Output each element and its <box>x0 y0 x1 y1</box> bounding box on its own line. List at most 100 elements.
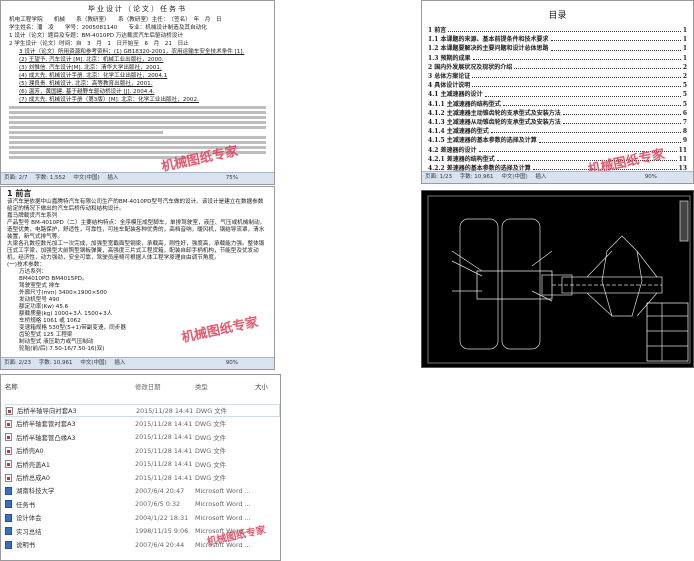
file-row[interactable]: 设计体会 2004/1/22 18:31 Microsoft Word ... <box>5 511 280 524</box>
insert-mode[interactable]: 插入 <box>535 174 546 180</box>
dwg-file-icon <box>5 433 12 442</box>
file-row[interactable]: 后桥壳盖A1 2015/11/28 14:41 DWG 文件 <box>5 458 280 471</box>
file-row[interactable]: 后桥壳A0 2015/11/28 14:41 DWG 文件 <box>5 444 280 457</box>
toc-leader <box>472 81 681 88</box>
word-count[interactable]: 字数: 1,552 <box>35 175 65 181</box>
file-row[interactable]: 后桥半轴导向衬套A3 2015/11/28 14:41 DWG 文件 <box>5 404 280 417</box>
dwg-file-icon <box>5 419 12 428</box>
zoom-level[interactable]: 75% <box>226 173 238 184</box>
file-type: Microsoft Word ... <box>195 500 251 509</box>
file-name: 后桥壳盖A1 <box>16 460 50 469</box>
ref-2: (3) 刘惟信. 汽车设计[M]. 北京：清华大学出版社，2001. <box>19 65 162 71</box>
toc-entry[interactable]: 2 国内外发展状况及现状的介绍 2 <box>428 63 687 72</box>
file-row[interactable]: 后桥半轴套管衬套A3 2015/11/28 14:41 DWG 文件 <box>5 417 280 430</box>
file-name: 设计体会 <box>16 514 42 523</box>
toc-entry[interactable]: 4.1.5 主减速器的基本参数的选择及计算 9 <box>428 136 687 145</box>
toc-leader <box>550 35 681 42</box>
toc-entry[interactable]: 4.1.2 主减速器主动锥齿轮的支承型式及安装方法 6 <box>428 109 687 118</box>
toc-entry[interactable]: 4.1.4 主减速器的型式 8 <box>428 127 687 136</box>
file-type: Microsoft Word ... <box>195 540 251 549</box>
paragraph: 该汽车是依据中山嘉腾特汽车有限公司生产的BM-4010PD型号汽车做的设计。该设… <box>7 199 264 212</box>
toc-page-number: 1 <box>682 45 687 53</box>
file-type: DWG 文件 <box>195 460 227 469</box>
toc-page-number: 5 <box>682 91 687 99</box>
toc-entry-title: 4.1.4 主减速器的型式 <box>428 128 489 136</box>
insert-mode[interactable]: 插入 <box>107 175 118 181</box>
file-type: DWG 文件 <box>195 433 227 442</box>
file-type: Microsoft Word ... <box>195 486 251 495</box>
toc-entry[interactable]: 4.2.1 差速器的结构型式 11 <box>428 155 687 164</box>
toc-leader <box>496 155 677 162</box>
file-row[interactable]: 后桥半轴套管凸缘A3 2015/11/28 14:41 DWG 文件 <box>5 431 280 444</box>
file-name: 后桥总成A0 <box>16 474 50 482</box>
spec-item: 变速箱规格 530型(5+1)带副变速，同步器 <box>19 325 126 331</box>
toc-entry-title: 4.2.1 差速器的结构型式 <box>428 155 495 163</box>
zoom-level[interactable]: 90% <box>226 358 238 369</box>
spec-item: 车桥规格 1061 或 1062 <box>19 318 81 324</box>
toc-entry[interactable]: 1.3 预期的成果 1 <box>428 54 687 63</box>
toc-page-number: 8 <box>682 128 687 136</box>
insert-mode[interactable]: 插入 <box>114 360 125 366</box>
file-row[interactable]: 湖南科技大学 2007/6/4 20:47 Microsoft Word ... <box>5 484 280 497</box>
toc-leader <box>448 26 681 33</box>
toc-entry[interactable]: 4.1.1 主减速器的结构型式 5 <box>428 100 687 109</box>
topic-line: 1 设计（论文）题目及专题：BM-4010PD 万达载货汽车后驱动桥设计 <box>9 33 183 39</box>
toc-list: 1 前言 1 1.1 本课题的来源、基本前提条件和技术要求 1 1.2 本课题要解决的主… <box>428 26 687 182</box>
file-date: 2015/11/28 14:41 <box>135 419 193 428</box>
document-title: 毕业设计（论文）任务书 <box>88 5 187 13</box>
toc-page-number: 11 <box>678 146 687 154</box>
toc-title: 目录 <box>548 11 567 21</box>
toc-entry-title: 1 前言 <box>428 27 447 34</box>
file-date: 1998/11/15 9:06 <box>135 527 189 536</box>
file-row[interactable]: 实习总结 1998/11/15 9:06 Microsoft Word ... <box>5 525 280 538</box>
spec-item: 发动机型号 490 <box>19 297 60 303</box>
file-date: 2015/11/28 14:41 <box>136 406 194 415</box>
column-name[interactable]: 名称 <box>5 382 135 391</box>
column-type[interactable]: 类型 <box>195 382 255 391</box>
page-count[interactable]: 页面: 2/23 <box>4 360 31 366</box>
zoom-level[interactable]: 90% <box>645 172 657 183</box>
language[interactable]: 中文(中国) <box>80 360 106 366</box>
column-size[interactable]: 大小 <box>255 382 268 391</box>
file-explorer-list: 名称 修改日期 类型 大小 后桥半轴导向衬套A3 2015/11/28 14:41… <box>0 374 281 561</box>
column-header-row: 名称 修改日期 类型 大小 <box>5 379 280 393</box>
toc-entry[interactable]: 1.1 本课题的来源、基本前提条件和技术要求 1 <box>428 35 687 44</box>
ref-4: (5) 濮良贵. 机械设计. 北京：高等教育出版社，2001. <box>19 81 153 87</box>
file-type: DWG 文件 <box>195 420 227 429</box>
toc-entry[interactable]: 4.2 差速器的设计 11 <box>428 146 687 155</box>
page-count[interactable]: 页面: 1/23 <box>425 174 452 180</box>
file-row[interactable]: 任务书 2007/6/5 0:32 Microsoft Word ... <box>5 498 280 511</box>
time-line: 2 学生设计（论文）时间：自 3 月 1 日开始至 6 月 21 日止 <box>9 41 189 47</box>
word-count[interactable]: 字数: 10,961 <box>460 174 494 180</box>
toc-page-number: 1 <box>682 36 687 44</box>
paragraph: 大梁各孔数控数光加工一次完成，加强型宽截面型钢梁，承载高，刚性好，强度高，承载能… <box>7 241 265 261</box>
word-count[interactable]: 字数: 10,961 <box>39 360 73 366</box>
ref-3: (4) 成大先. 机械设计手册. 北京：化学工业出版社，2004.1 <box>19 73 168 79</box>
toc-entry[interactable]: 1.2 本课题要解决的主要问题和设计总体思路 1 <box>428 44 687 53</box>
word-document-icon <box>5 527 12 536</box>
file-type: DWG 文件 <box>195 447 227 456</box>
language[interactable]: 中文(中国) <box>73 175 99 181</box>
toc-page-number: 9 <box>682 137 687 145</box>
spec-item: 额定功率(Kw) 45.6 <box>19 304 69 310</box>
file-row[interactable]: 说明书 2007/6/4 20:44 Microsoft Word ... <box>5 538 280 551</box>
spec-item: BM4010PD BM4015PD。 <box>19 276 88 282</box>
toc-leader <box>490 127 681 134</box>
column-date[interactable]: 修改日期 <box>135 382 195 391</box>
toc-entry[interactable]: 4.1.3 主减速器从动锥齿轮的支承型式及安装方法 7 <box>428 118 687 127</box>
page-count[interactable]: 页面: 2/7 <box>4 175 27 181</box>
toc-entry[interactable]: 1 前言 1 <box>428 26 687 35</box>
toc-entry[interactable]: 3 总体方案论证 2 <box>428 72 687 81</box>
toc-entry-title: 4.1.1 主减速器的结构型式 <box>428 100 501 108</box>
spec-item: 轮胎(前/后) 7.50-16/7.50-16(双) <box>19 346 105 352</box>
ref-6: (7) 成大先. 机械设计手册（第3版）[M]. 北京：化学工业出版社，2002… <box>19 97 199 103</box>
file-row[interactable]: 后桥总成A0 2015/11/28 14:41 DWG 文件 <box>5 471 280 484</box>
toc-leader <box>562 109 681 116</box>
toc-entry[interactable]: 4 具体设计说明 5 <box>428 81 687 90</box>
toc-entry[interactable]: 4.1 主减速器的设计 5 <box>428 90 687 99</box>
file-date: 2004/1/22 18:31 <box>135 513 189 522</box>
language[interactable]: 中文(中国) <box>501 174 527 180</box>
toc-entry-title: 4.1 主减速器的设计 <box>428 91 483 99</box>
word-document-icon <box>5 500 12 509</box>
file-name: 说明书 <box>16 541 36 549</box>
